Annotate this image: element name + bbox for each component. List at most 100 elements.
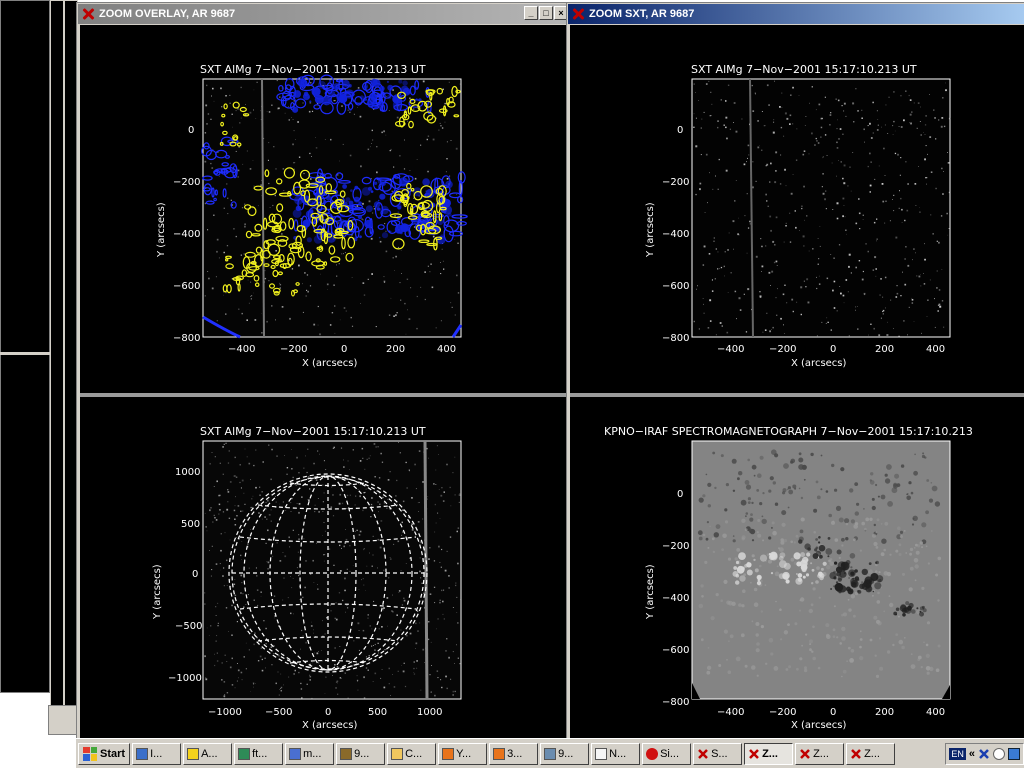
window-title: ZOOM OVERLAY, AR 9687 bbox=[99, 8, 236, 20]
background-window-2[interactable] bbox=[50, 0, 64, 733]
plot-frame bbox=[691, 78, 951, 338]
plot-title: SXT AlMg 7−Nov−2001 15:17:10.213 UT bbox=[691, 63, 917, 76]
tick-label: −400 bbox=[662, 593, 689, 604]
app-icon bbox=[340, 747, 353, 760]
y-axis-label: Y (arcsecs) bbox=[645, 202, 656, 258]
x-ticks: −400 −200 0 200 400 bbox=[717, 344, 945, 355]
tick-label: 200 bbox=[875, 707, 894, 718]
start-button[interactable]: Start bbox=[78, 742, 131, 765]
idl-window-icon bbox=[799, 748, 811, 760]
taskbar-task-button[interactable]: Si... bbox=[642, 742, 692, 765]
x-axis-label: X (arcsecs) bbox=[302, 358, 358, 369]
taskbar-task-label: I... bbox=[150, 747, 163, 760]
tick-label: −400 bbox=[228, 344, 255, 355]
x-axis-label: X (arcsecs) bbox=[302, 720, 358, 731]
tick-label: −600 bbox=[662, 645, 689, 656]
taskbar-task-button[interactable]: Z... bbox=[795, 742, 845, 765]
folder-icon bbox=[391, 747, 404, 760]
taskbar-task-label: C... bbox=[405, 747, 423, 760]
zoom-sxt-titlebar[interactable]: ZOOM SXT, AR 9687 bbox=[568, 4, 1024, 24]
taskbar-task-button[interactable]: S... bbox=[693, 742, 743, 765]
tick-label: 0 bbox=[830, 344, 836, 355]
x-axis-label: X (arcsecs) bbox=[791, 720, 847, 731]
taskbar-task-label: 3... bbox=[507, 747, 523, 760]
notepad-icon bbox=[595, 747, 608, 760]
idl-tray-icon[interactable] bbox=[978, 748, 990, 760]
zoom-overlay-titlebar[interactable]: ZOOM OVERLAY, AR 9687 _ □ × bbox=[78, 4, 570, 24]
ftp-icon bbox=[238, 747, 251, 760]
zoom-sxt-client: SXT AlMg 7−Nov−2001 15:17:10.213 UT −400… bbox=[570, 25, 1024, 738]
zoom-overlay-client: SXT AlMg 7−Nov−2001 15:17:10.213 UT −400… bbox=[80, 25, 568, 738]
zoom-overlay-window[interactable]: ZOOM OVERLAY, AR 9687 _ □ × SXT AlMg 7−N… bbox=[76, 2, 572, 742]
idl-window-icon bbox=[748, 748, 760, 760]
background-window-4[interactable] bbox=[48, 705, 78, 735]
tick-label: −400 bbox=[662, 229, 689, 240]
taskbar-task-label: Z... bbox=[864, 747, 880, 760]
idl-window-icon bbox=[850, 748, 862, 760]
tick-label: −800 bbox=[662, 697, 689, 708]
system-tray: EN « bbox=[945, 742, 1024, 765]
overlay-plot: SXT AlMg 7−Nov−2001 15:17:10.213 UT −400… bbox=[156, 63, 468, 369]
taskbar-task-button[interactable]: m... bbox=[285, 742, 335, 765]
y-axis-label: Y (arcsecs) bbox=[152, 564, 163, 620]
tick-label: −600 bbox=[662, 281, 689, 292]
taskbar-task-button[interactable]: ft... bbox=[234, 742, 284, 765]
y-axis-label: Y (arcsecs) bbox=[156, 202, 167, 258]
tick-label: −500 bbox=[265, 707, 292, 718]
tick-label: −200 bbox=[662, 177, 689, 188]
tick-label: −600 bbox=[173, 281, 200, 292]
idl-window-icon bbox=[81, 7, 95, 21]
background-window-1[interactable] bbox=[0, 0, 50, 693]
taskbar-task-button[interactable]: I... bbox=[132, 742, 182, 765]
mail-icon bbox=[289, 747, 302, 760]
tick-label: 1000 bbox=[417, 707, 442, 718]
language-badge[interactable]: EN bbox=[949, 747, 966, 760]
taskbar-task-button[interactable]: 9... bbox=[336, 742, 386, 765]
messenger-icon[interactable] bbox=[993, 747, 1005, 760]
maximize-button[interactable]: □ bbox=[539, 6, 553, 20]
taskbar-task-button[interactable]: C... bbox=[387, 742, 437, 765]
tick-label: −800 bbox=[662, 333, 689, 344]
taskbar-task-button[interactable]: 3... bbox=[489, 742, 539, 765]
taskbar-task-button[interactable]: Z... bbox=[846, 742, 896, 765]
network-icon[interactable] bbox=[1008, 747, 1020, 760]
y-ticks: 1000 500 0 −500 −1000 bbox=[168, 467, 202, 684]
tick-label: 400 bbox=[926, 344, 945, 355]
taskbar-task-button[interactable]: Z... bbox=[744, 742, 794, 765]
task-list: I... A... ft... m... 9... C... Y... 3... 9... N..… bbox=[132, 742, 896, 765]
plot-title: KPNO−IRAF SPECTROMAGNETOGRAPH 7−Nov−2001… bbox=[604, 425, 973, 438]
taskbar-task-button[interactable]: A... bbox=[183, 742, 233, 765]
taskbar-task-label: 9... bbox=[558, 747, 574, 760]
tick-label: 0 bbox=[341, 344, 347, 355]
tray-expand-chevron[interactable]: « bbox=[969, 748, 975, 760]
y-ticks: 0 −200 −400 −600 −800 bbox=[662, 125, 689, 344]
x-axis-label: X (arcsecs) bbox=[791, 358, 847, 369]
y-axis-label: Y (arcsecs) bbox=[645, 564, 656, 620]
y-ticks: 0 −200 −400 −600 −800 bbox=[662, 489, 689, 708]
taskbar-task-label: Si... bbox=[660, 747, 680, 760]
plot-title: SXT AlMg 7−Nov−2001 15:17:10.213 UT bbox=[200, 425, 426, 438]
minimize-button[interactable]: _ bbox=[524, 6, 538, 20]
taskbar-task-label: m... bbox=[303, 747, 322, 760]
taskbar-task-label: ft... bbox=[252, 747, 268, 760]
zoom-sxt-window[interactable]: ZOOM SXT, AR 9687 SXT AlMg 7−Nov−2001 15… bbox=[566, 2, 1024, 742]
tick-label: −200 bbox=[769, 344, 796, 355]
tick-label: 200 bbox=[386, 344, 405, 355]
tick-label: 0 bbox=[677, 489, 683, 500]
tick-label: −400 bbox=[173, 229, 200, 240]
taskbar-task-label: 9... bbox=[354, 747, 370, 760]
firefox-icon bbox=[442, 747, 455, 760]
tick-label: 0 bbox=[325, 707, 331, 718]
taskbar-task-button[interactable]: Y... bbox=[438, 742, 488, 765]
tick-label: −400 bbox=[717, 344, 744, 355]
sxt-plot: SXT AlMg 7−Nov−2001 15:17:10.213 UT −400… bbox=[645, 63, 951, 369]
taskbar-task-button[interactable]: N... bbox=[591, 742, 641, 765]
taskbar-task-label: N... bbox=[609, 747, 627, 760]
tick-label: −1000 bbox=[168, 673, 202, 684]
record-icon bbox=[646, 747, 659, 760]
tick-label: 500 bbox=[181, 519, 200, 530]
image-icon bbox=[544, 747, 557, 760]
plot-title: SXT AlMg 7−Nov−2001 15:17:10.213 UT bbox=[200, 63, 426, 76]
taskbar-task-button[interactable]: 9... bbox=[540, 742, 590, 765]
tick-label: 200 bbox=[875, 344, 894, 355]
